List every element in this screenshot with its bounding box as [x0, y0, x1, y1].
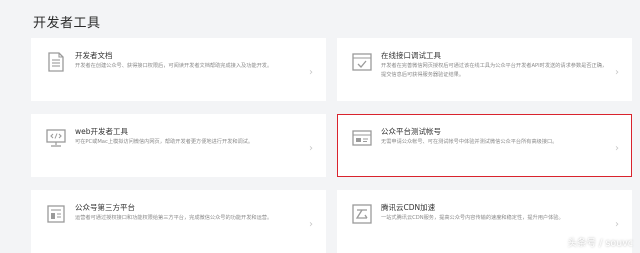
page-title: 开发者工具 — [33, 16, 101, 31]
tool-description: 开发者在完善微信网页授权后可通过该在线工具为公众平台开发者API时发送的请求参数… — [381, 63, 608, 78]
tool-description: 可在PC或Mac上模拟访问微信内网页，帮助开发者更方便地进行开发和调试。 — [75, 139, 254, 145]
highlight-box — [337, 114, 632, 177]
document-icon — [45, 51, 67, 73]
tool-name: web开发者工具 — [75, 127, 129, 136]
tool-card-api-debugger[interactable]: 在线接口调试工具 开发者在完善微信网页授权后可通过该在线工具为公众平台开发者AP… — [337, 38, 632, 101]
tool-name: 开发者文档 — [75, 51, 113, 60]
browser-check-icon — [351, 51, 373, 73]
tool-card-developer-docs[interactable]: 开发者文档 开发者在创建公众号、获得接口权限后，可阅读开发者文档帮助完成接入及功… — [31, 38, 326, 101]
tool-description: 运营者可通过授权接口和功能权限给第三方平台，完成微信公众号的功能开发和运营。 — [75, 215, 273, 221]
chevron-right-icon: › — [615, 67, 619, 78]
cloud-icon — [351, 203, 373, 225]
tool-description: 一站式腾讯云CDN服务，提高公众号内容传输的速度和稳定性，提升用户体验。 — [381, 215, 564, 221]
tool-name: 腾讯云CDN加速 — [381, 203, 436, 212]
developer-tools-page: 开发者工具 开发者文档 开发者在创建公众号、获得接口权限后，可阅读开发者文档帮助… — [0, 0, 640, 253]
tool-name: 公众号第三方平台 — [75, 203, 135, 212]
chevron-right-icon: › — [309, 219, 313, 230]
chevron-right-icon: › — [615, 219, 619, 230]
chevron-right-icon: › — [309, 67, 313, 78]
tool-card-third-party-platform[interactable]: 公众号第三方平台 运营者可通过授权接口和功能权限给第三方平台，完成微信公众号的功… — [31, 190, 326, 253]
tool-card-web-devtools[interactable]: web开发者工具 可在PC或Mac上模拟访问微信内网页，帮助开发者更方便地进行开… — [31, 114, 326, 177]
chevron-right-icon: › — [309, 143, 313, 154]
monitor-code-icon — [45, 127, 67, 149]
tool-description: 开发者在创建公众号、获得接口权限后，可阅读开发者文档帮助完成接入及功能开发。 — [75, 63, 273, 69]
third-party-icon — [45, 203, 67, 225]
watermark: 头条号 / souvc — [567, 238, 633, 249]
tool-name: 在线接口调试工具 — [381, 51, 441, 60]
